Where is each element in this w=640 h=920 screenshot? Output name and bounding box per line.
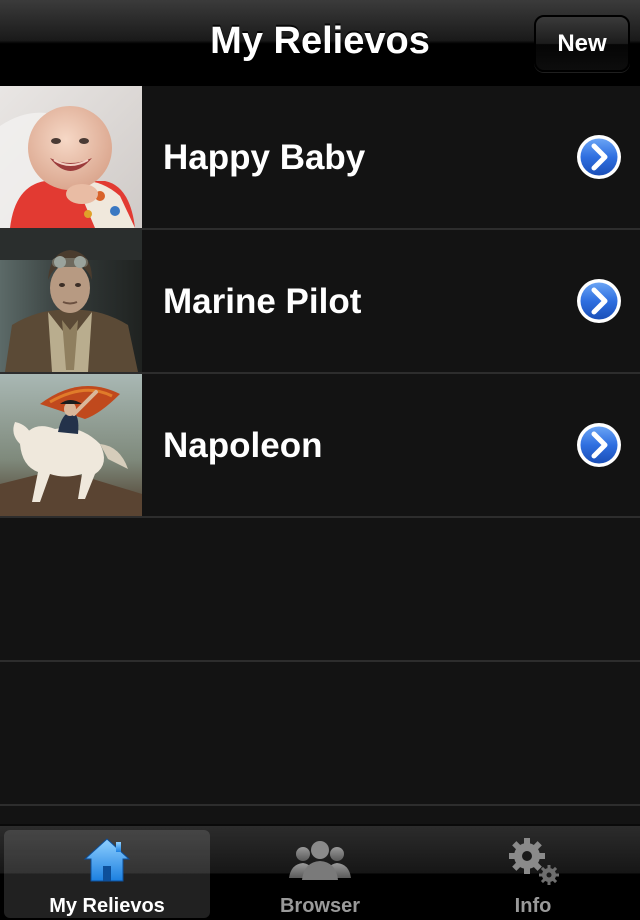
tab-bar: My Relievos Browser Info (0, 824, 640, 920)
list-item-happy-baby[interactable]: Happy Baby (0, 86, 640, 230)
gears-icon (503, 836, 563, 893)
list-item-label: Happy Baby (163, 138, 366, 177)
tab-label: Browser (279, 895, 361, 917)
tab-browser[interactable]: Browser (217, 830, 423, 918)
detail-disclosure-icon[interactable] (576, 134, 622, 180)
list-item-marine-pilot[interactable]: Marine Pilot (0, 230, 640, 374)
navigation-bar: My Relievos New (0, 0, 640, 86)
list-item-label: Marine Pilot (163, 282, 362, 321)
tab-info[interactable]: Info (430, 830, 636, 918)
relievos-list: Happy Baby Marine Pilot Napoleon (0, 86, 640, 824)
new-button[interactable]: New (534, 15, 630, 72)
tab-label: My Relievos (49, 895, 165, 917)
napoleon-painting (0, 374, 142, 516)
house-icon (82, 836, 132, 889)
list-item-napoleon[interactable]: Napoleon (0, 374, 640, 518)
detail-disclosure-icon[interactable] (576, 278, 622, 324)
tab-label: Info (514, 895, 552, 917)
happy-baby-photo (0, 86, 142, 228)
list-item-label: Napoleon (163, 426, 323, 465)
detail-disclosure-icon[interactable] (576, 422, 622, 468)
empty-list-row (0, 518, 640, 662)
empty-list-row (0, 662, 640, 806)
marine-pilot-photo (0, 230, 142, 372)
people-icon (287, 836, 353, 889)
tab-my-relievos[interactable]: My Relievos (4, 830, 210, 918)
